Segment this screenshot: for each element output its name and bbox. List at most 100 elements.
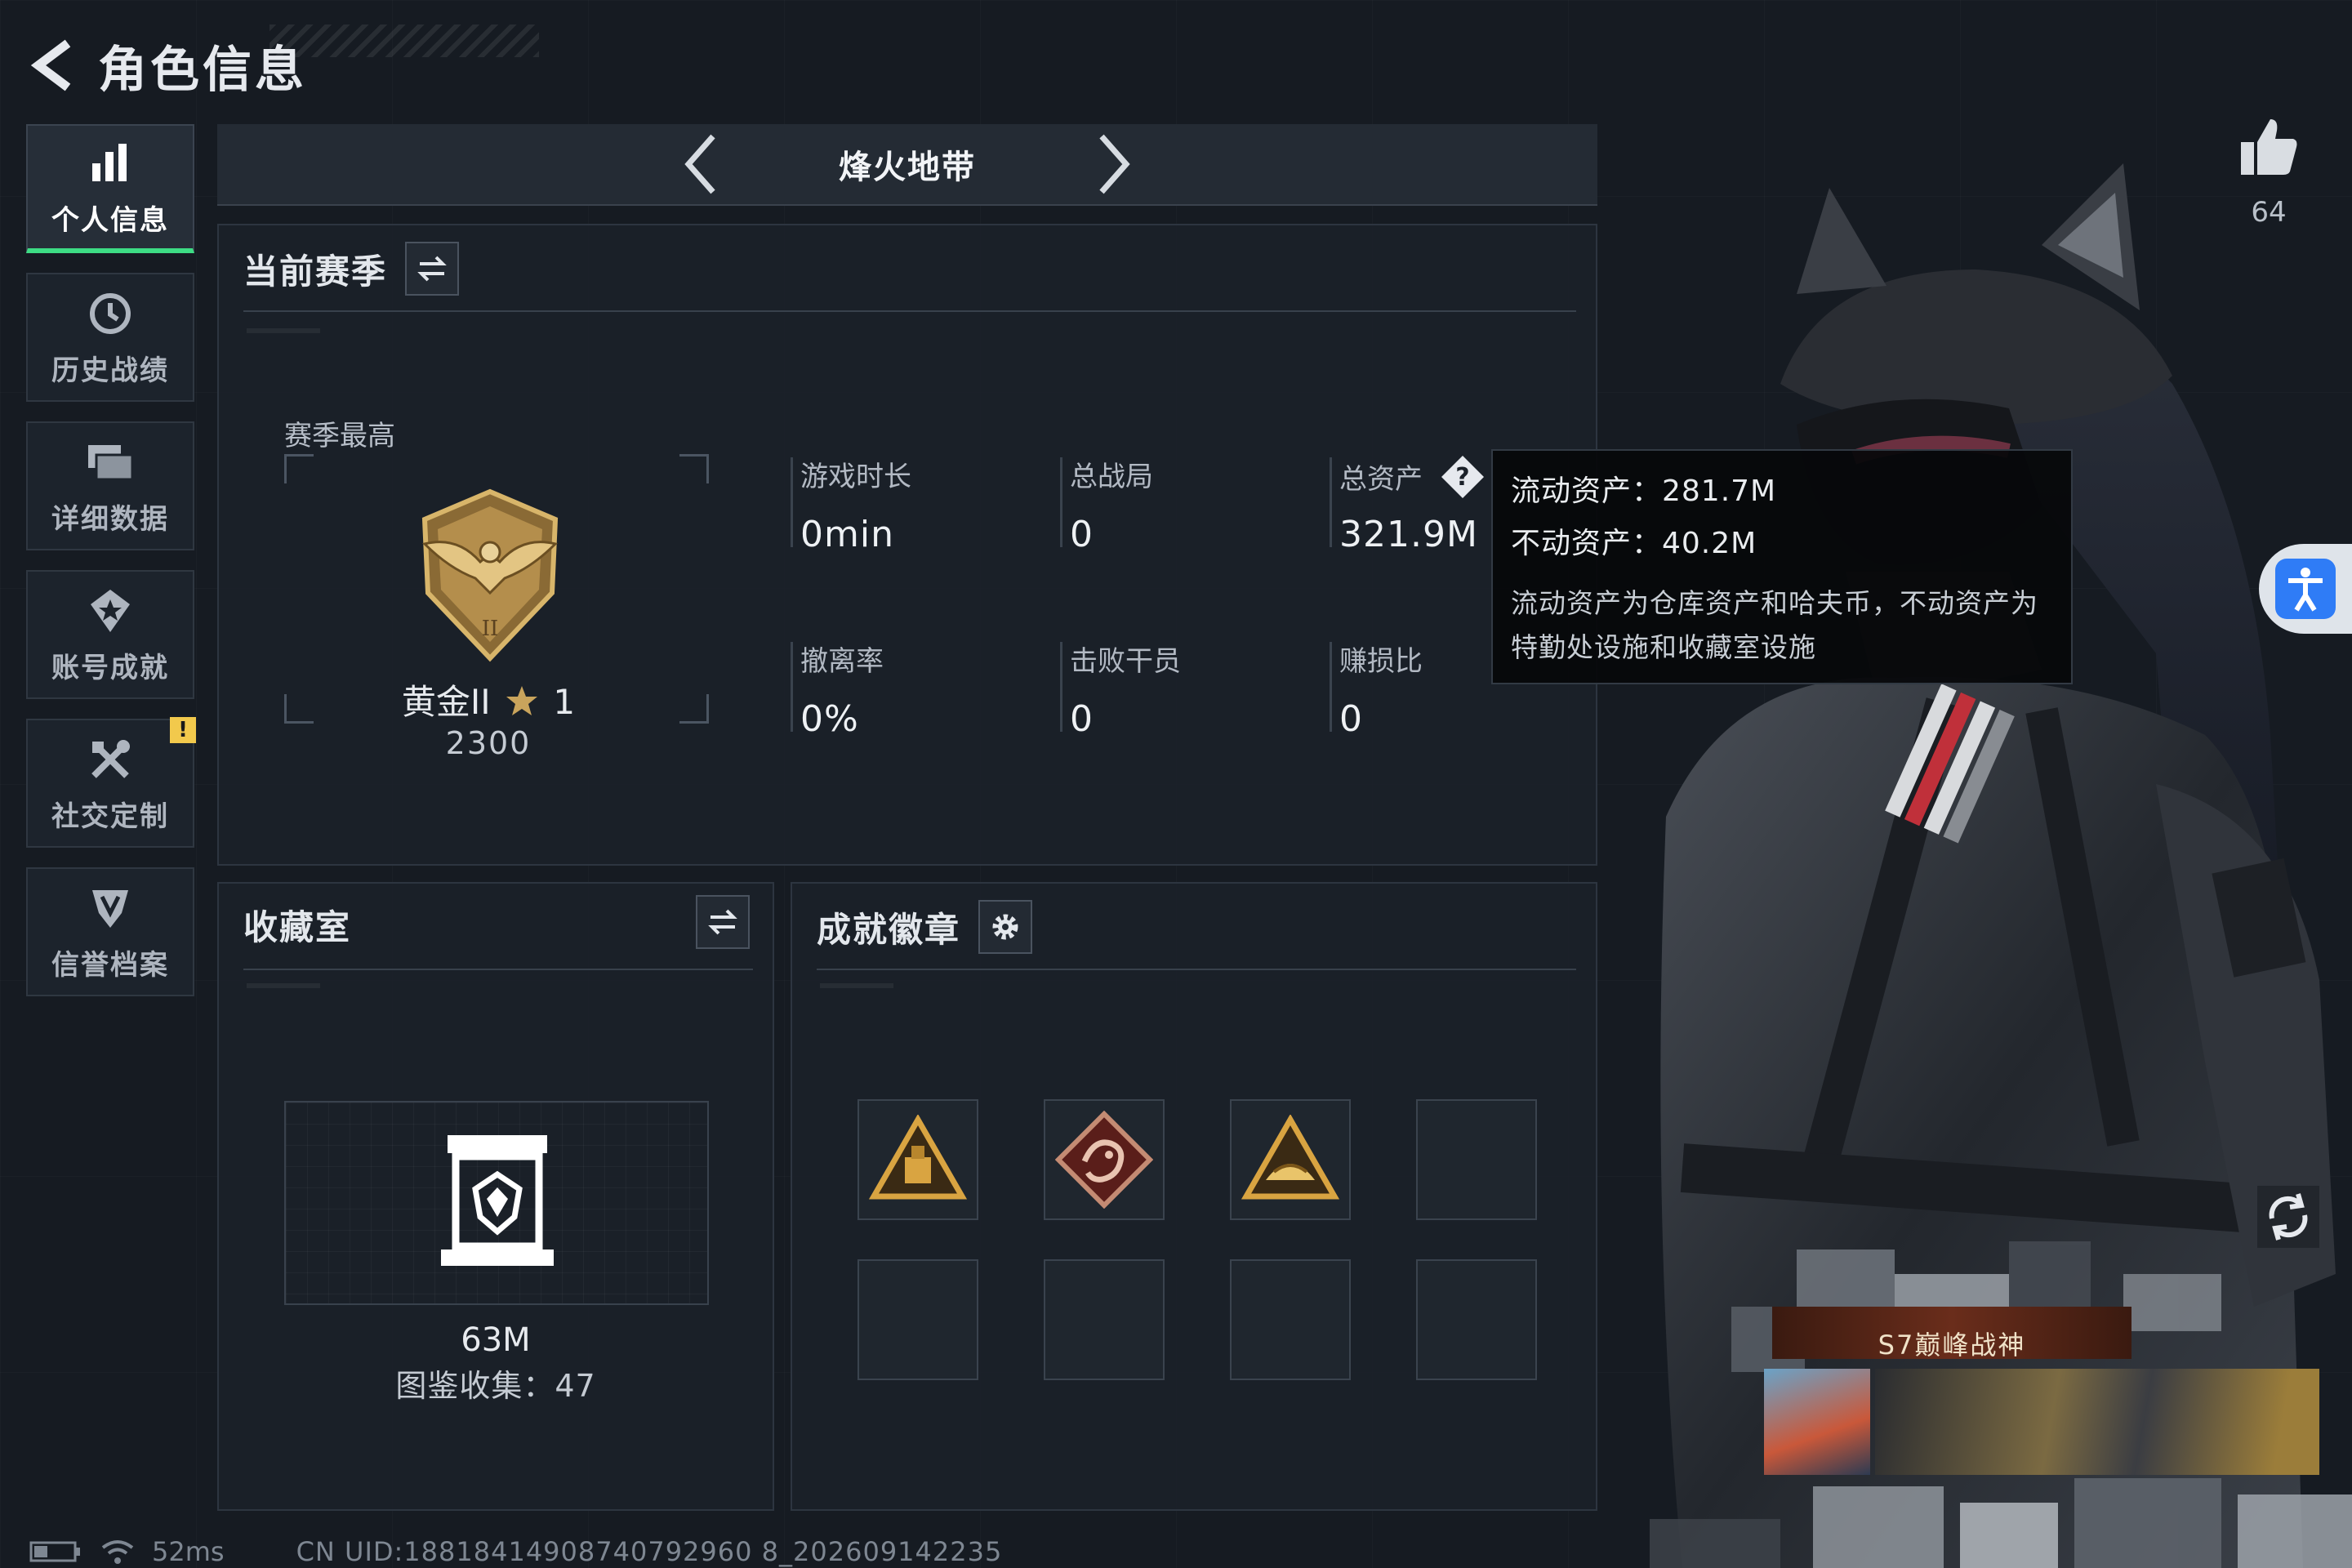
stat-value: 0 xyxy=(1339,698,1363,740)
thumbs-up-icon xyxy=(2241,119,2297,175)
tools-icon xyxy=(84,733,136,786)
sidebar-item-profile[interactable]: 个人信息 xyxy=(26,124,194,253)
stat-label: 赚损比 xyxy=(1339,645,1423,678)
badge-slot[interactable] xyxy=(1230,1099,1351,1220)
svg-text:?: ? xyxy=(1455,463,1469,492)
stat-total-matches: 总战局 0 xyxy=(1060,454,1153,555)
sidebar-item-label: 历史战绩 xyxy=(51,354,169,387)
achievements-panel: 成就徽章 xyxy=(791,882,1597,1511)
mode-next-button[interactable] xyxy=(1082,127,1147,201)
season-switch-button[interactable] xyxy=(405,242,460,296)
rank-score: 2300 xyxy=(445,725,532,761)
season-title: 当前赛季 xyxy=(243,251,388,292)
rank-name: 黄金II 1 xyxy=(219,675,758,724)
stat-kills: 击败干员 0 xyxy=(1060,639,1181,740)
stat-value: 0min xyxy=(800,514,894,555)
stat-label: 击败干员 xyxy=(1070,645,1181,678)
accessibility-button[interactable] xyxy=(2259,544,2352,634)
season-best-label: 赛季最高 xyxy=(284,420,395,452)
badge-slot-empty[interactable] xyxy=(1230,1259,1351,1380)
achievements-title: 成就徽章 xyxy=(817,909,961,950)
mode-selector: 烽火地带 xyxy=(217,124,1597,206)
stat-label: 总战局 xyxy=(1070,461,1153,493)
chevron-right-icon xyxy=(1099,134,1130,194)
help-icon[interactable]: ? xyxy=(1440,454,1486,507)
sidebar: 个人信息 历史战绩 详细数据 账号成就 社交定制 ! 信誉档案 xyxy=(26,124,196,1016)
badge-slot-empty[interactable] xyxy=(1416,1259,1537,1380)
badge-slot-empty[interactable] xyxy=(858,1259,978,1380)
back-button[interactable] xyxy=(24,33,82,98)
stat-value: 0% xyxy=(800,698,859,740)
achievements-settings-button[interactable] xyxy=(978,900,1033,954)
badge-slot[interactable] xyxy=(858,1099,978,1220)
page-header: 角色信息 xyxy=(24,24,564,106)
season-panel: 当前赛季 赛季最高 II 黄金II 1 2300 游戏时长 0min 总战局 0… xyxy=(217,224,1597,866)
achievement-star-icon xyxy=(84,585,136,637)
sidebar-item-label: 社交定制 xyxy=(51,800,169,833)
accessibility-icon xyxy=(2275,559,2336,619)
stat-extract-rate: 撤离率 0% xyxy=(791,639,884,740)
badge-slot-empty[interactable] xyxy=(1416,1099,1537,1220)
collection-switch-button[interactable] xyxy=(696,895,750,949)
rotate-model-button[interactable] xyxy=(2256,1184,2321,1250)
tooltip-liquid-assets: 流动资产：281.7M xyxy=(1511,474,1777,508)
data-folder-icon xyxy=(84,436,136,488)
stat-playtime: 游戏时长 0min xyxy=(791,454,911,555)
stat-value: 321.9M xyxy=(1339,514,1478,555)
sidebar-item-label: 账号成就 xyxy=(51,651,169,684)
divider-accent xyxy=(247,328,320,333)
collection-showcase[interactable] xyxy=(284,1101,709,1305)
credit-shield-icon xyxy=(84,882,136,934)
chevron-left-icon xyxy=(684,134,715,194)
status-bar: 52ms CN UID:18818414908740792960 8_20260… xyxy=(29,1535,1002,1568)
gold-triangle-badge-2-icon xyxy=(1241,1115,1339,1200)
tooltip-description: 流动资产为仓库资产和哈夫币，不动资产为特勤处设施和收藏室设施 xyxy=(1511,587,2038,663)
banner-avatar xyxy=(1764,1369,1870,1475)
gold-triangle-badge-icon xyxy=(869,1115,967,1200)
mode-name: 烽火地带 xyxy=(839,149,976,186)
sidebar-item-details[interactable]: 详细数据 xyxy=(26,421,194,550)
achievements-panel-header: 成就徽章 xyxy=(817,900,1033,954)
sidebar-item-achievements[interactable]: 账号成就 xyxy=(26,570,194,699)
rank-stars: 1 xyxy=(553,682,576,722)
sidebar-item-credit[interactable]: 信誉档案 xyxy=(26,867,194,996)
back-arrow-icon xyxy=(30,39,71,91)
season-panel-header: 当前赛季 xyxy=(243,242,460,296)
sidebar-item-social[interactable]: 社交定制 ! xyxy=(26,717,196,848)
banner-title: S7巅峰战神 xyxy=(1878,1330,2026,1361)
like-count: 64 xyxy=(2251,196,2287,229)
sidebar-item-history[interactable]: 历史战绩 xyxy=(26,273,194,402)
swap-arrows-icon xyxy=(417,256,447,282)
mode-prev-button[interactable] xyxy=(667,127,733,201)
stat-profit-ratio: 赚损比 0 xyxy=(1330,639,1423,740)
tooltip-fixed-assets: 不动资产：40.2M xyxy=(1511,527,1757,560)
star-icon xyxy=(506,686,538,715)
rank-medal-icon: II xyxy=(421,488,559,662)
badge-slot[interactable] xyxy=(1044,1099,1165,1220)
banner-art xyxy=(1875,1369,2319,1475)
rank-tier: 黄金II xyxy=(401,682,491,722)
divider-accent xyxy=(820,983,893,988)
divider xyxy=(817,969,1576,970)
stat-label: 总资产 xyxy=(1339,463,1423,496)
battery-icon xyxy=(29,1541,80,1562)
divider xyxy=(243,310,1576,312)
svg-text:II: II xyxy=(482,617,499,641)
divider xyxy=(243,969,753,970)
stat-label: 撤离率 xyxy=(800,645,884,678)
stat-value: 0 xyxy=(1070,698,1094,740)
swap-arrows-icon xyxy=(708,909,737,935)
like-button[interactable] xyxy=(2236,114,2301,180)
ping-text: 52ms xyxy=(152,1536,225,1567)
uid-text: CN UID:18818414908740792960 8_2026091422… xyxy=(296,1536,1003,1567)
stat-total-assets: 总资产 ? 321.9M xyxy=(1330,454,1486,555)
history-clock-icon xyxy=(84,287,136,340)
collection-panel-header: 收藏室 xyxy=(243,900,351,950)
asset-tooltip: 流动资产：281.7M 不动资产：40.2M 流动资产为仓库资产和哈夫币，不动资… xyxy=(1491,449,2073,684)
display-case-icon xyxy=(441,1135,554,1266)
divider-accent xyxy=(247,983,320,988)
collection-value: 63M xyxy=(461,1321,531,1359)
badge-slot-empty[interactable] xyxy=(1044,1259,1165,1380)
rotate-icon xyxy=(2257,1186,2319,1248)
sidebar-item-label: 详细数据 xyxy=(51,502,169,536)
